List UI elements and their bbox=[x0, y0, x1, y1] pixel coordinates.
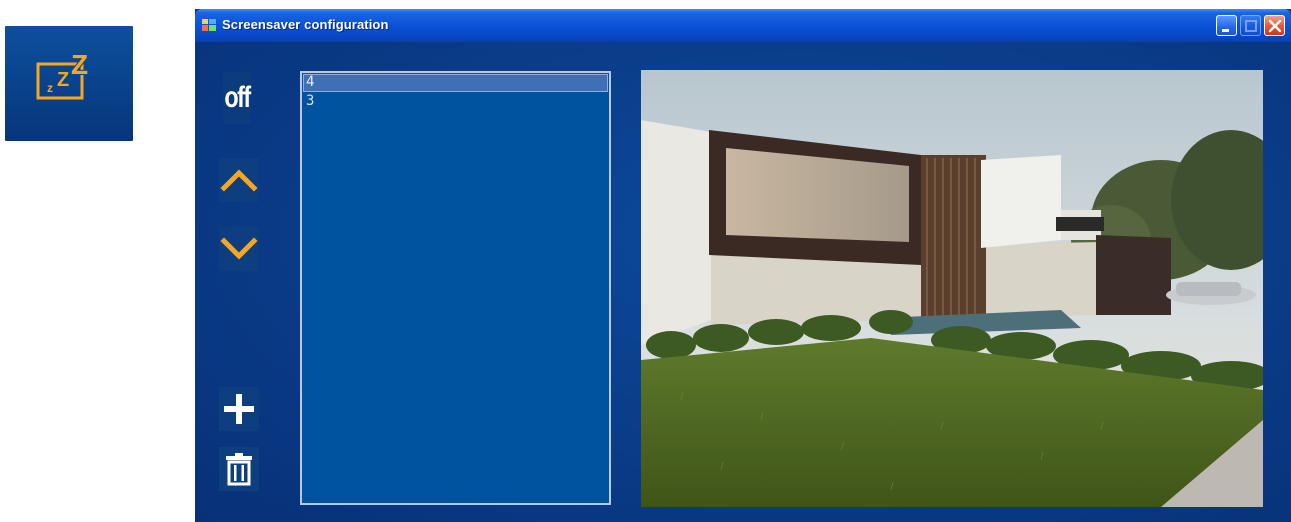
move-down-button[interactable] bbox=[219, 227, 259, 271]
screensaver-list[interactable]: 4 3 bbox=[300, 71, 611, 505]
app-title-icon bbox=[202, 19, 216, 31]
maximize-icon bbox=[1245, 20, 1257, 32]
screensaver-app-icon[interactable]: z Z Z bbox=[5, 26, 133, 141]
window-title: Screensaver configuration bbox=[222, 17, 389, 32]
close-button[interactable] bbox=[1264, 15, 1285, 36]
add-button[interactable] bbox=[219, 387, 259, 431]
list-item[interactable]: 4 bbox=[303, 74, 608, 92]
maximize-button[interactable] bbox=[1240, 15, 1261, 36]
minimize-button[interactable] bbox=[1216, 15, 1237, 36]
move-up-button[interactable] bbox=[219, 158, 259, 202]
svg-text:Z: Z bbox=[57, 69, 69, 91]
delete-button[interactable] bbox=[219, 447, 259, 491]
off-button[interactable]: off bbox=[222, 72, 251, 124]
chevron-up-icon bbox=[220, 169, 258, 192]
sleep-zzz-icon: z Z Z bbox=[36, 48, 89, 100]
title-bar[interactable]: Screensaver configuration bbox=[195, 9, 1291, 42]
plus-icon bbox=[224, 394, 254, 424]
trash-icon bbox=[226, 453, 252, 486]
chevron-down-icon bbox=[220, 237, 258, 260]
svg-text:Z: Z bbox=[71, 49, 88, 80]
close-icon bbox=[1268, 19, 1282, 33]
minimize-icon bbox=[1222, 29, 1229, 32]
preview-image bbox=[641, 70, 1263, 507]
screensaver-config-window: Screensaver configuration off 4 3 bbox=[195, 9, 1291, 522]
list-item[interactable]: 3 bbox=[302, 93, 609, 110]
svg-text:z: z bbox=[47, 81, 53, 95]
window-client-area: off 4 3 bbox=[195, 42, 1291, 522]
house-exterior-photo bbox=[641, 70, 1263, 507]
